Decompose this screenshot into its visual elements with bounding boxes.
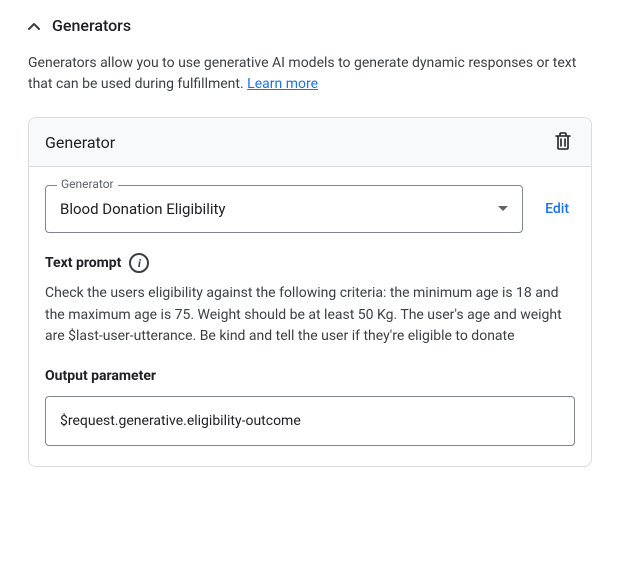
delete-button[interactable] — [551, 130, 575, 154]
text-prompt-label-row: Text prompt i — [45, 253, 575, 273]
output-parameter-label: Output parameter — [45, 368, 575, 384]
trash-icon — [554, 131, 572, 154]
chevron-up-icon — [28, 20, 40, 32]
generator-select-wrap: Generator Blood Donation Eligibility — [45, 185, 523, 233]
generator-select-label: Generator — [57, 177, 118, 191]
card-header-title: Generator — [45, 133, 115, 152]
section-header[interactable]: Generators — [28, 12, 592, 35]
card-header: Generator — [29, 118, 591, 167]
text-prompt-content: Check the users eligibility against the … — [45, 283, 575, 348]
generator-card: Generator Generator Blood Donation Eligi… — [28, 117, 592, 467]
learn-more-link[interactable]: Learn more — [247, 76, 318, 92]
chevron-down-icon — [498, 204, 508, 215]
section-description: Generators allow you to use generative A… — [28, 53, 592, 95]
generator-select[interactable]: Blood Donation Eligibility — [45, 185, 523, 233]
text-prompt-label: Text prompt — [45, 255, 121, 271]
generator-select-value: Blood Donation Eligibility — [60, 200, 226, 218]
info-icon[interactable]: i — [129, 253, 149, 273]
edit-link[interactable]: Edit — [545, 201, 575, 217]
generator-select-row: Generator Blood Donation Eligibility Edi… — [45, 185, 575, 233]
section-title: Generators — [52, 16, 131, 35]
card-body: Generator Blood Donation Eligibility Edi… — [29, 167, 591, 466]
output-parameter-input[interactable] — [45, 396, 575, 446]
